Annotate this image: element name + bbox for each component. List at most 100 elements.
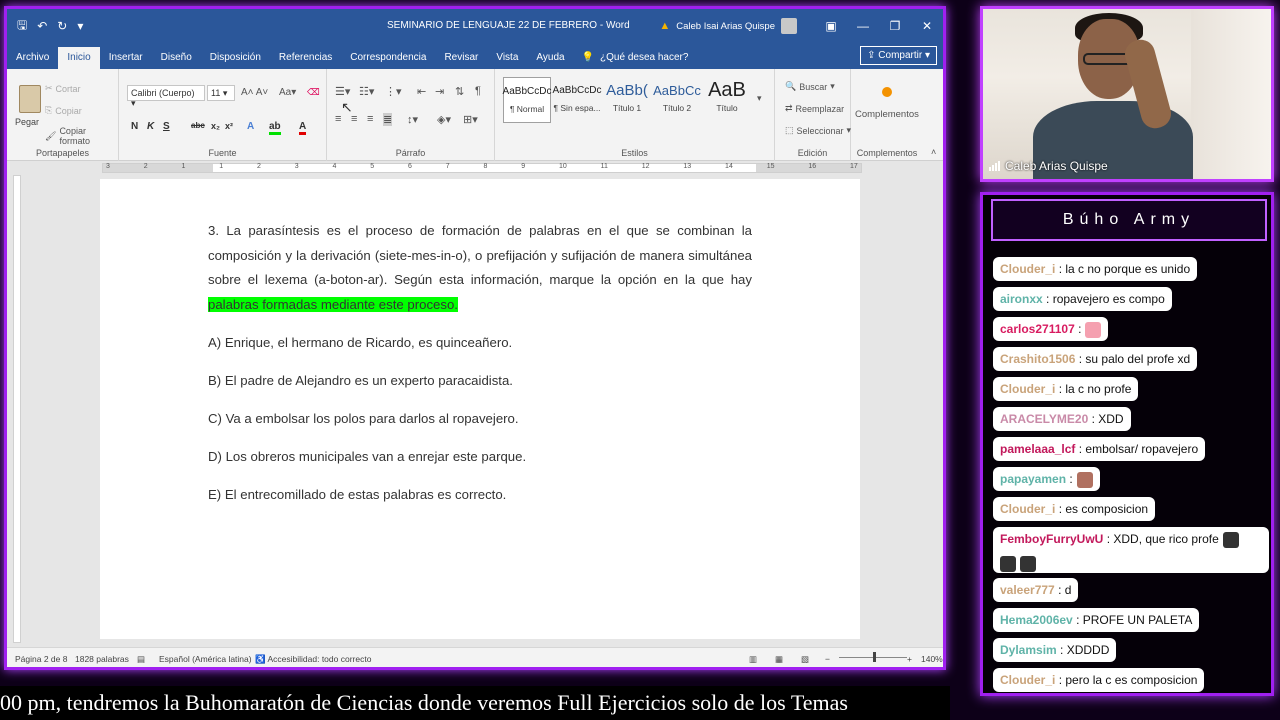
group-label: Fuente <box>208 148 237 158</box>
styles-more-icon[interactable]: ▾ <box>757 93 762 104</box>
tab-insertar[interactable]: Insertar <box>100 52 152 69</box>
save-icon[interactable]: 🖫 <box>17 16 27 37</box>
maximize-button[interactable]: ❐ <box>879 19 911 33</box>
close-button[interactable]: ✕ <box>911 19 943 33</box>
bold-button[interactable]: N <box>131 121 138 132</box>
word-count[interactable]: 1828 palabras <box>75 654 129 664</box>
pilcrow-icon[interactable]: ¶ <box>475 85 481 97</box>
option-a[interactable]: A) Enrique, el hermano de Ricardo, es qu… <box>208 331 752 355</box>
underline-button[interactable]: S <box>163 121 170 132</box>
document-area[interactable]: 3. La parasíntesis es el proceso de form… <box>7 175 943 653</box>
share-button[interactable]: ⇪ Compartir ▾ <box>860 46 937 65</box>
bullets-icon[interactable]: ☰▾ <box>335 85 350 98</box>
tab-correspondencia[interactable]: Correspondencia <box>341 52 435 69</box>
style-heading-2[interactable]: AaBbCc Título 2 <box>653 77 701 123</box>
tab-diseno[interactable]: Diseño <box>152 52 201 69</box>
group-label: Edición <box>797 148 828 158</box>
page-count[interactable]: Página 2 de 8 <box>15 654 67 664</box>
redo-icon[interactable]: ↻ <box>57 19 67 33</box>
print-layout-icon[interactable]: ▦ <box>775 654 783 665</box>
tab-inicio[interactable]: Inicio <box>58 47 100 69</box>
grow-font-icon[interactable]: A˄ A˅ <box>241 87 268 98</box>
clear-format-icon[interactable]: ⌫ <box>307 87 320 98</box>
paste-button[interactable]: Pegar <box>15 117 39 127</box>
language[interactable]: Español (América latina) <box>159 654 252 664</box>
zoom-level[interactable]: 140% <box>921 654 943 664</box>
line-spacing-icon[interactable]: ↕▾ <box>407 113 418 126</box>
tab-disposicion[interactable]: Disposición <box>201 52 270 69</box>
paste-icon[interactable] <box>19 85 41 113</box>
borders-icon[interactable]: ⊞▾ <box>463 113 478 126</box>
justify-icon[interactable]: ≣ <box>383 113 393 126</box>
strikethrough-button[interactable]: abc <box>191 121 205 130</box>
style-heading-1[interactable]: AaBb(Título 1 <box>603 77 651 123</box>
font-size-select[interactable]: 11 ▾ <box>207 85 235 101</box>
undo-icon[interactable]: ↶ <box>37 19 47 33</box>
select-button[interactable]: ⬚ Seleccionar ▾ <box>785 125 851 136</box>
option-b[interactable]: B) El padre de Alejandro es un experto p… <box>208 369 752 393</box>
tab-referencias[interactable]: Referencias <box>270 52 341 69</box>
option-d[interactable]: D) Los obreros municipales van a enrejar… <box>208 445 752 469</box>
accessibility-status[interactable]: ♿ Accesibilidad: todo correcto <box>255 654 371 665</box>
zoom-out-icon[interactable]: − <box>825 654 830 664</box>
superscript-button[interactable]: x² <box>225 121 233 131</box>
font-name-select[interactable]: Calibri (Cuerpo) ▾ <box>127 85 205 108</box>
chat-message: Crashito1506 : su palo del profe xd <box>993 347 1198 371</box>
style-normal[interactable]: AaBbCcDc ¶ Normal <box>503 77 551 123</box>
ribbon-tabs: Archivo Inicio Insertar Diseño Disposici… <box>7 43 943 69</box>
ribbon-display-icon[interactable]: ▣ <box>815 19 847 33</box>
tell-me-box[interactable]: 💡 ¿Qué desea hacer? <box>582 52 689 69</box>
zoom-in-icon[interactable]: + <box>907 654 912 664</box>
align-right-icon[interactable]: ≡ <box>367 113 373 125</box>
proofing-icon[interactable]: ▤ <box>137 654 145 665</box>
decrease-indent-icon[interactable]: ⇤ <box>417 85 426 98</box>
minimize-button[interactable]: — <box>847 19 879 33</box>
document-body[interactable]: 3. La parasíntesis es el proceso de form… <box>208 219 752 507</box>
horizontal-ruler[interactable]: 3 2 1 1 2 3 4 5 6 7 8 9 10 11 12 13 14 15 16 17 <box>7 161 943 175</box>
chat-panel: Búho Army Clouder_i : la c no porque es … <box>980 192 1274 696</box>
format-painter-button[interactable]: 🖌 Copiar formato <box>45 126 118 146</box>
addins-icon[interactable] <box>882 87 892 97</box>
numbering-icon[interactable]: ☷▾ <box>359 85 374 98</box>
web-layout-icon[interactable]: ▧ <box>801 654 809 665</box>
highlight-icon[interactable]: ab <box>269 121 281 135</box>
text-effects-icon[interactable]: A <box>247 121 254 132</box>
zoom-slider-handle[interactable] <box>873 652 876 662</box>
change-case-icon[interactable]: Aa▾ <box>279 87 296 98</box>
account[interactable]: ▲ Caleb Isai Arias Quispe <box>659 18 797 34</box>
vertical-ruler[interactable] <box>13 175 21 643</box>
emote-icon <box>1085 321 1102 338</box>
find-button[interactable]: 🔍 Buscar ▾ <box>785 81 835 92</box>
tab-ayuda[interactable]: Ayuda <box>527 52 573 69</box>
option-e[interactable]: E) El entrecomillado de estas palabras e… <box>208 483 752 507</box>
question-paragraph[interactable]: 3. La parasíntesis es el proceso de form… <box>208 219 752 317</box>
tab-revisar[interactable]: Revisar <box>435 52 487 69</box>
tab-archivo[interactable]: Archivo <box>7 52 58 69</box>
customize-qat-icon[interactable]: ▾ <box>77 19 83 33</box>
document-page[interactable]: 3. La parasíntesis es el proceso de form… <box>100 179 860 639</box>
group-styles: AaBbCcDc ¶ Normal AaBbCcDc ¶ Sin espa... A… <box>495 69 775 161</box>
tab-vista[interactable]: Vista <box>487 52 527 69</box>
read-mode-icon[interactable]: ▥ <box>749 654 757 665</box>
increase-indent-icon[interactable]: ⇥ <box>435 85 444 98</box>
window-title: SEMINARIO DE LENGUAJE 22 DE FEBRERO - Wo… <box>387 20 630 31</box>
avatar[interactable] <box>781 18 797 34</box>
style-title[interactable]: AaB Título <box>703 77 751 123</box>
copy-button[interactable]: ⎘ Copiar <box>45 105 82 116</box>
font-color-icon[interactable]: A <box>299 121 307 135</box>
subscript-button[interactable]: x₂ <box>211 121 220 131</box>
chat-title: Búho Army <box>991 199 1267 241</box>
shading-icon[interactable]: ◈▾ <box>437 113 451 126</box>
style-no-spacing[interactable]: AaBbCcDc ¶ Sin espa... <box>553 77 602 123</box>
group-label: Complementos <box>856 148 918 158</box>
cut-button[interactable]: ✂ Cortar <box>45 83 81 94</box>
option-c[interactable]: C) Va a embolsar los polos para darlos a… <box>208 407 752 431</box>
sort-icon[interactable]: ⇅ <box>455 85 464 98</box>
collapse-ribbon-icon[interactable]: ˄ <box>931 147 936 157</box>
replace-button[interactable]: ⇄ Reemplazar <box>785 103 844 114</box>
addins-button[interactable]: Complementos <box>855 109 919 120</box>
group-clipboard: Pegar ✂ Cortar ⎘ Copiar 🖌 Copiar formato Po… <box>7 69 119 161</box>
multilevel-list-icon[interactable]: ⋮▾ <box>385 85 402 98</box>
italic-button[interactable]: K <box>147 121 154 132</box>
mouse-pointer-icon: ↖ <box>341 99 353 115</box>
